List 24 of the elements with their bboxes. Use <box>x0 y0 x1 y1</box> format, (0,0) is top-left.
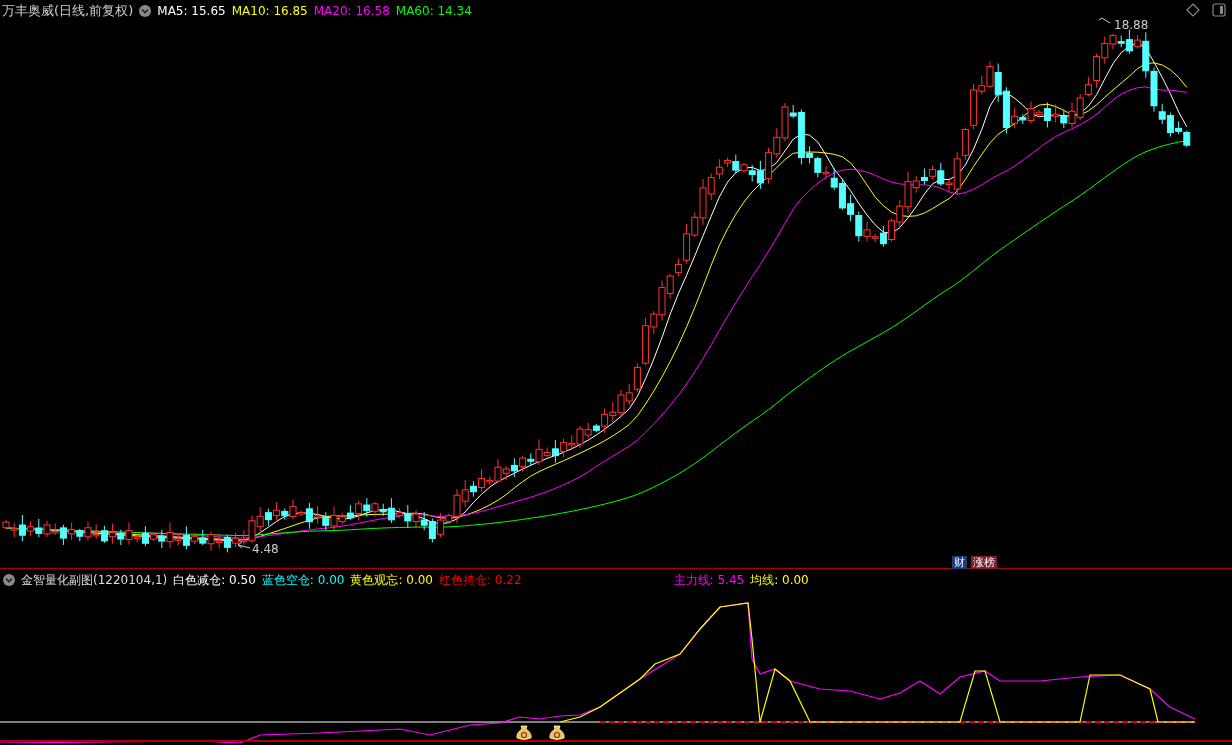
ma-indicator: MA10: 16.85 <box>231 4 308 18</box>
diamond-icon[interactable] <box>1186 3 1200 17</box>
money-bag-icon <box>549 725 565 740</box>
rank-tag: 涨榜 <box>971 556 997 569</box>
price-label: 4.48 <box>252 542 279 556</box>
legend-item: 黄色观忘: 0.00 <box>350 571 433 589</box>
legend-item: 白色减仓: 0.50 <box>173 571 256 589</box>
legend-item: 主力线: 5.45 <box>673 571 745 589</box>
legend-item: 均线: 0.00 <box>750 571 809 589</box>
stock-title: 万丰奥威(日线,前复权) <box>2 2 134 20</box>
leader-line <box>237 541 251 549</box>
ma-indicator: MA60: 14.34 <box>395 4 472 18</box>
ma-indicator: MA20: 16.58 <box>313 4 390 18</box>
panel-toggle-icon[interactable] <box>1212 3 1226 17</box>
leader-line <box>1098 17 1111 24</box>
price-label: 18.88 <box>1114 18 1149 32</box>
legend-item: 红色持仓: 0.22 <box>439 571 522 589</box>
info-tag: 财 <box>952 556 967 569</box>
dropdown-icon[interactable] <box>3 574 15 586</box>
legend-item: 蓝色空仓: 0.00 <box>261 571 345 589</box>
indicator-title: 金智量化副图(1220104,1) <box>21 571 168 589</box>
dropdown-icon[interactable] <box>139 5 152 17</box>
money-bag-icon <box>516 725 532 740</box>
ma-indicator: MA5: 15.65 <box>157 4 226 18</box>
